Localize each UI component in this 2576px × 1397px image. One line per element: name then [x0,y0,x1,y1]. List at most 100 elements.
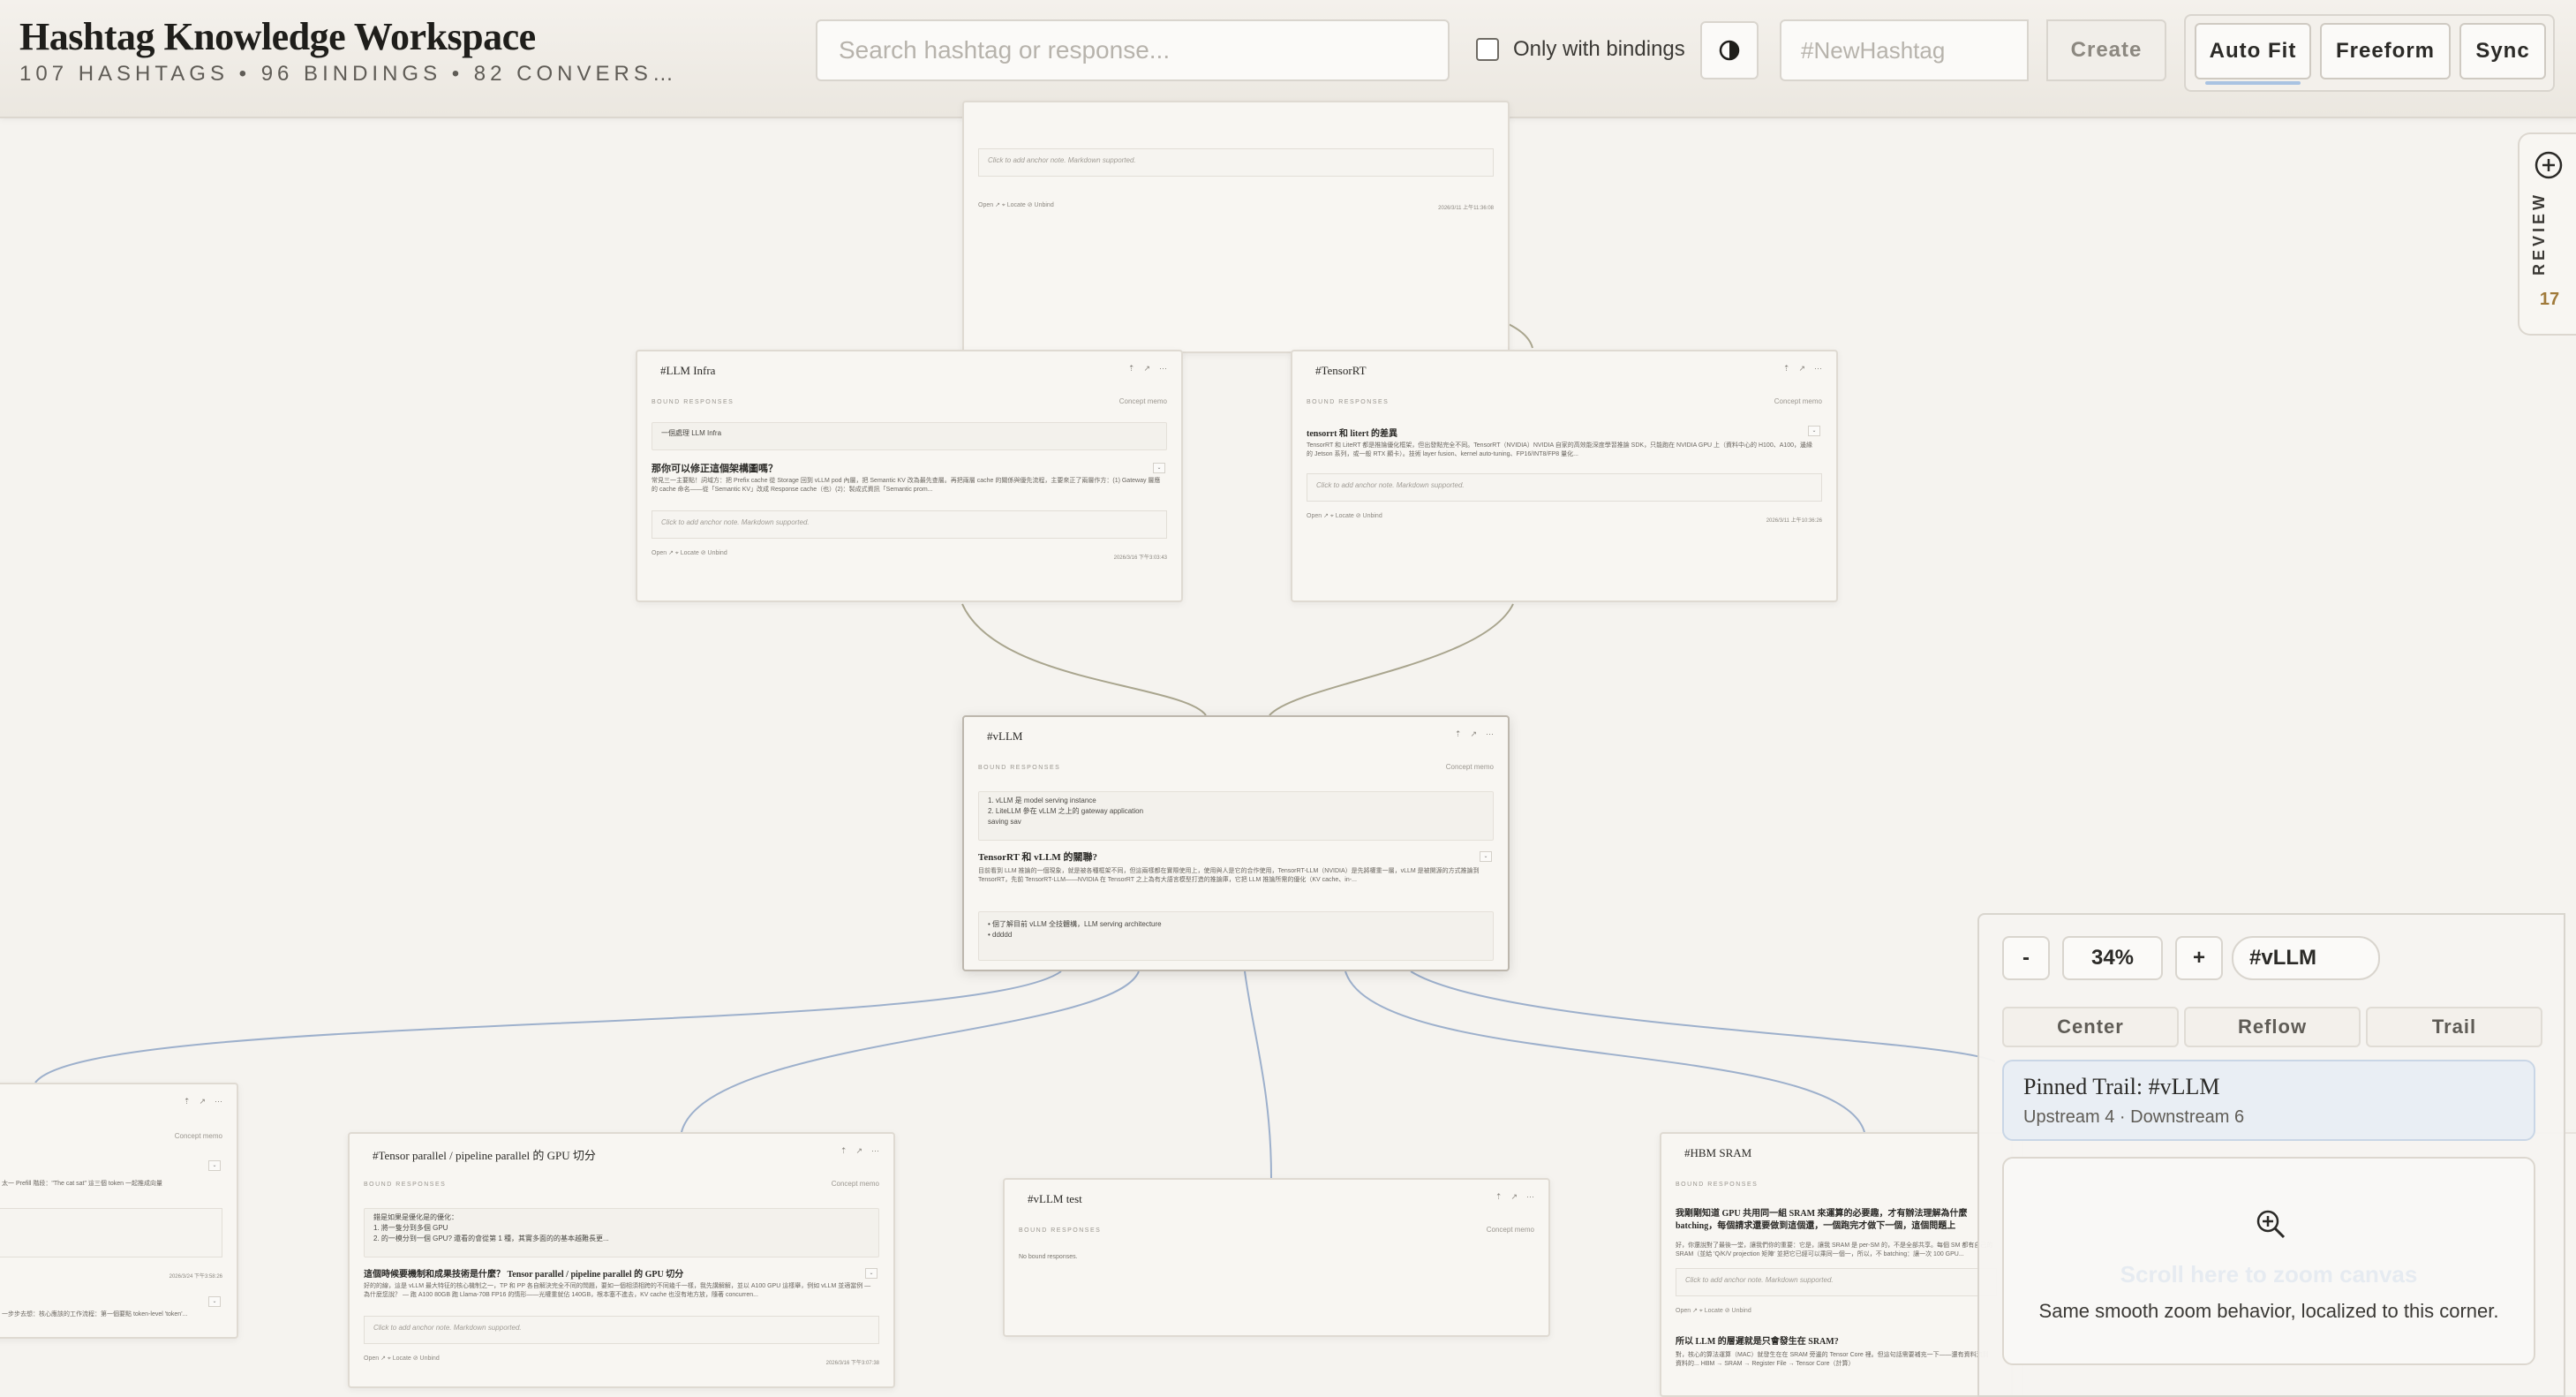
response-question[interactable]: tensorrt 和 litert 的差異 [1307,426,1810,439]
edge-vllm-to-tp [681,970,1140,1133]
intro-line: 1. vLLM 是 model serving instance [988,797,1096,804]
edge-vllm-to-left [34,970,1062,1084]
more-icon[interactable]: ⋯ [1159,364,1167,374]
hashtag-card-tensorrt[interactable]: #TensorRT ⇡ ↗ ⋯ BOUND RESPONSES Concept me… [1291,350,1838,602]
card-controls: ⇡ ↗ ⋯ [1128,364,1167,374]
only-bindings-toggle[interactable]: Only with bindings [1476,37,1685,62]
open-icon[interactable]: ↗ [1510,1192,1518,1202]
more-icon[interactable]: ⋯ [871,1146,879,1156]
only-bindings-checkbox[interactable] [1476,38,1499,61]
freeform-button[interactable]: Freeform [2320,23,2451,79]
response-question[interactable]: TensorRT 和 vLLM 的關聯? [978,850,1481,864]
create-hashtag-button[interactable]: Create [2046,19,2166,81]
response-question[interactable]: 這個時候要機制和成果技術是什麼？ Tensor parallel / pipel… [364,1266,867,1280]
response-question[interactable]: 我剛剛知道 GPU 共用同一組 SRAM 來運算的必要趣，才有辦法理解為什麼 b… [1676,1208,1985,1233]
open-icon[interactable]: ↗ [1798,364,1805,374]
memo-bullet: • ddddd [988,931,1013,939]
hashtag-card-vllm[interactable]: #vLLM ⇡ ↗ ⋯ BOUND RESPONSES Concept memo 1… [962,715,1510,971]
response-preview: 太一 Prefill 階段："The cat sat" 這三個 token 一起… [2,1181,162,1187]
open-icon[interactable]: ↗ [855,1146,862,1156]
card-timestamp: 2026/3/16 下午3:07:38 [825,1361,879,1366]
auto-fit-button[interactable]: Auto Fit [2195,23,2311,85]
more-icon[interactable]: ⋯ [215,1097,222,1106]
pin-icon[interactable]: ⇡ [1495,1192,1503,1202]
sync-button[interactable]: Sync [2459,23,2546,79]
review-drawer-tab[interactable]: REVIEW 17 [2518,132,2576,336]
response-preview: 對，核心的算法運算（MAC）就發生在在 SRAM 旁邊的 Tensor Core… [1676,1352,1989,1368]
anchor-note[interactable]: Click to add anchor note. Markdown suppo… [364,1316,879,1344]
focus-hashtag-input[interactable] [2232,936,2380,980]
trail-button[interactable]: Trail [2366,1007,2542,1047]
card-actions[interactable]: Open ↗ ⌖ Locate ⊘ Unbind [1307,512,1382,520]
hashtag-card-vllm-test[interactable]: #vLLM test ⇡ ↗ ⋯ BOUND RESPONSES Concept m… [1003,1178,1550,1337]
concept-memo-link[interactable]: Concept memo [1446,763,1494,771]
edge-vllm-to-hbm [1344,970,1865,1133]
chevron-down-icon[interactable]: ⌄ [1480,851,1492,862]
search-input[interactable] [816,19,1450,81]
anchor-note[interactable]: Click to add anchor note. Markdown suppo… [652,510,1167,539]
memo-bullet: • 個了解目前 vLLM 全技體構，LLM serving architectu… [988,920,1162,928]
zoom-in-icon [2256,1210,2286,1239]
card-actions[interactable]: Open ↗ ⌖ Locate ⊘ Unbind [652,549,727,557]
concept-memo-link[interactable]: Concept memo [1774,397,1822,405]
card-timestamp: 2026/3/11 上午11:36:08 [1438,206,1494,211]
concept-memo-link[interactable]: Concept memo [175,1132,222,1140]
edge-vllm-to-vllm-test [1244,970,1272,1179]
anchor-note[interactable]: Click to add anchor note. Markdown suppo… [1307,473,1822,502]
open-icon[interactable]: ↗ [1143,364,1150,374]
empty-state: No bound responses. [1019,1254,1078,1260]
more-icon[interactable]: ⋯ [1526,1192,1534,1202]
layout-mode-group: Auto Fit Freeform Sync [2184,14,2555,92]
zoom-control-panel: - 34% + Center Reflow Trail Pinned Trail… [1977,913,2565,1397]
contrast-icon [1719,40,1740,61]
card-intro: 錯是如果是優化是的優化： 1. 將一隻分到多個 GPU 2. 的一模分到一個 G… [364,1208,879,1257]
only-bindings-label: Only with bindings [1513,37,1685,61]
chevron-down-icon[interactable]: ⌄ [1808,426,1820,436]
hashtag-card-llm-infra[interactable]: #LLM Infra ⇡ ↗ ⋯ BOUND RESPONSES Concept m… [636,350,1183,602]
pinned-trail-card[interactable]: Pinned Trail: #vLLM Upstream 4 · Downstr… [2002,1060,2535,1141]
more-icon[interactable]: ⋯ [1814,364,1822,374]
reflow-button[interactable]: Reflow [2184,1007,2361,1047]
pin-icon[interactable]: ⇡ [840,1146,847,1156]
chevron-down-icon[interactable]: ⌄ [208,1160,221,1171]
pin-icon[interactable]: ⇡ [184,1097,191,1106]
card-actions[interactable]: Open ↗ ⌖ Locate ⊘ Unbind [364,1355,440,1363]
pinned-trail-stats: Upstream 4 · Downstream 6 [2023,1107,2245,1127]
anchor-note[interactable]: Click to add anchor note. Markdown suppo… [1676,1268,1997,1296]
hashtag-card-hbm-sram[interactable]: #HBM SRAM BOUND RESPONSES 我剛剛知道 GPU 共用同一… [1660,1132,2013,1397]
concept-memo-link[interactable]: Concept memo [832,1180,879,1188]
open-icon[interactable]: ↗ [199,1097,206,1106]
card-controls: ⇡ ↗ ⋯ [1783,364,1822,374]
add-circle-icon[interactable] [2534,150,2564,180]
hashtag-card-tensor-parallel[interactable]: #Tensor parallel / pipeline parallel 的 G… [348,1132,895,1388]
hashtag-card-left[interactable]: ⇡ ↗ ⋯ Concept memo 太一 Prefill 階段："The cat … [0,1083,238,1339]
card-actions[interactable]: Open ↗ ⌖ Locate ⊘ Unbind [1676,1307,1751,1315]
card-actions[interactable]: Open ↗ ⌖ Locate ⊘ Unbind [978,201,1054,209]
card-controls: ⇡ ↗ ⋯ [184,1097,222,1106]
response-question[interactable]: 所以 LLM 的層遲就是只會發生在 SRAM? [1676,1333,1985,1347]
zoom-in-button[interactable]: + [2175,936,2223,980]
concept-memo-link[interactable]: Concept memo [1119,397,1167,405]
pin-icon[interactable]: ⇡ [1455,729,1462,739]
response-question[interactable]: 那你可以修正這個架構圖嗎？ [652,461,1155,475]
new-hashtag-input[interactable] [1780,19,2029,81]
hashtag-card-top[interactable]: Click to add anchor note. Markdown suppo… [962,101,1510,353]
concept-memo-link[interactable]: Concept memo [1487,1226,1534,1234]
intro-line: 錯是如果是優化是的優化： [373,1213,458,1221]
edge-tensorrt-to-vllm [1269,603,1514,716]
pin-icon[interactable]: ⇡ [1783,364,1790,374]
zoom-out-button[interactable]: - [2002,936,2050,980]
open-icon[interactable]: ↗ [1470,729,1477,739]
center-button[interactable]: Center [2002,1007,2179,1047]
more-icon[interactable]: ⋯ [1486,729,1494,739]
card-title: #Tensor parallel / pipeline parallel 的 G… [373,1149,596,1162]
anchor-note[interactable]: Click to add anchor note. Markdown suppo… [978,148,1494,177]
zoom-scroll-zone[interactable]: Scroll here to zoom canvas Same smooth z… [2002,1157,2535,1365]
anchor-note[interactable] [0,1208,222,1257]
pin-icon[interactable]: ⇡ [1128,364,1135,374]
edge-vllm-to-right [1410,970,1996,1062]
chevron-down-icon[interactable]: ⌄ [865,1268,877,1279]
chevron-down-icon[interactable]: ⌄ [208,1296,221,1307]
chevron-down-icon[interactable]: ⌄ [1153,463,1165,473]
contrast-toggle-button[interactable] [1700,21,1759,79]
